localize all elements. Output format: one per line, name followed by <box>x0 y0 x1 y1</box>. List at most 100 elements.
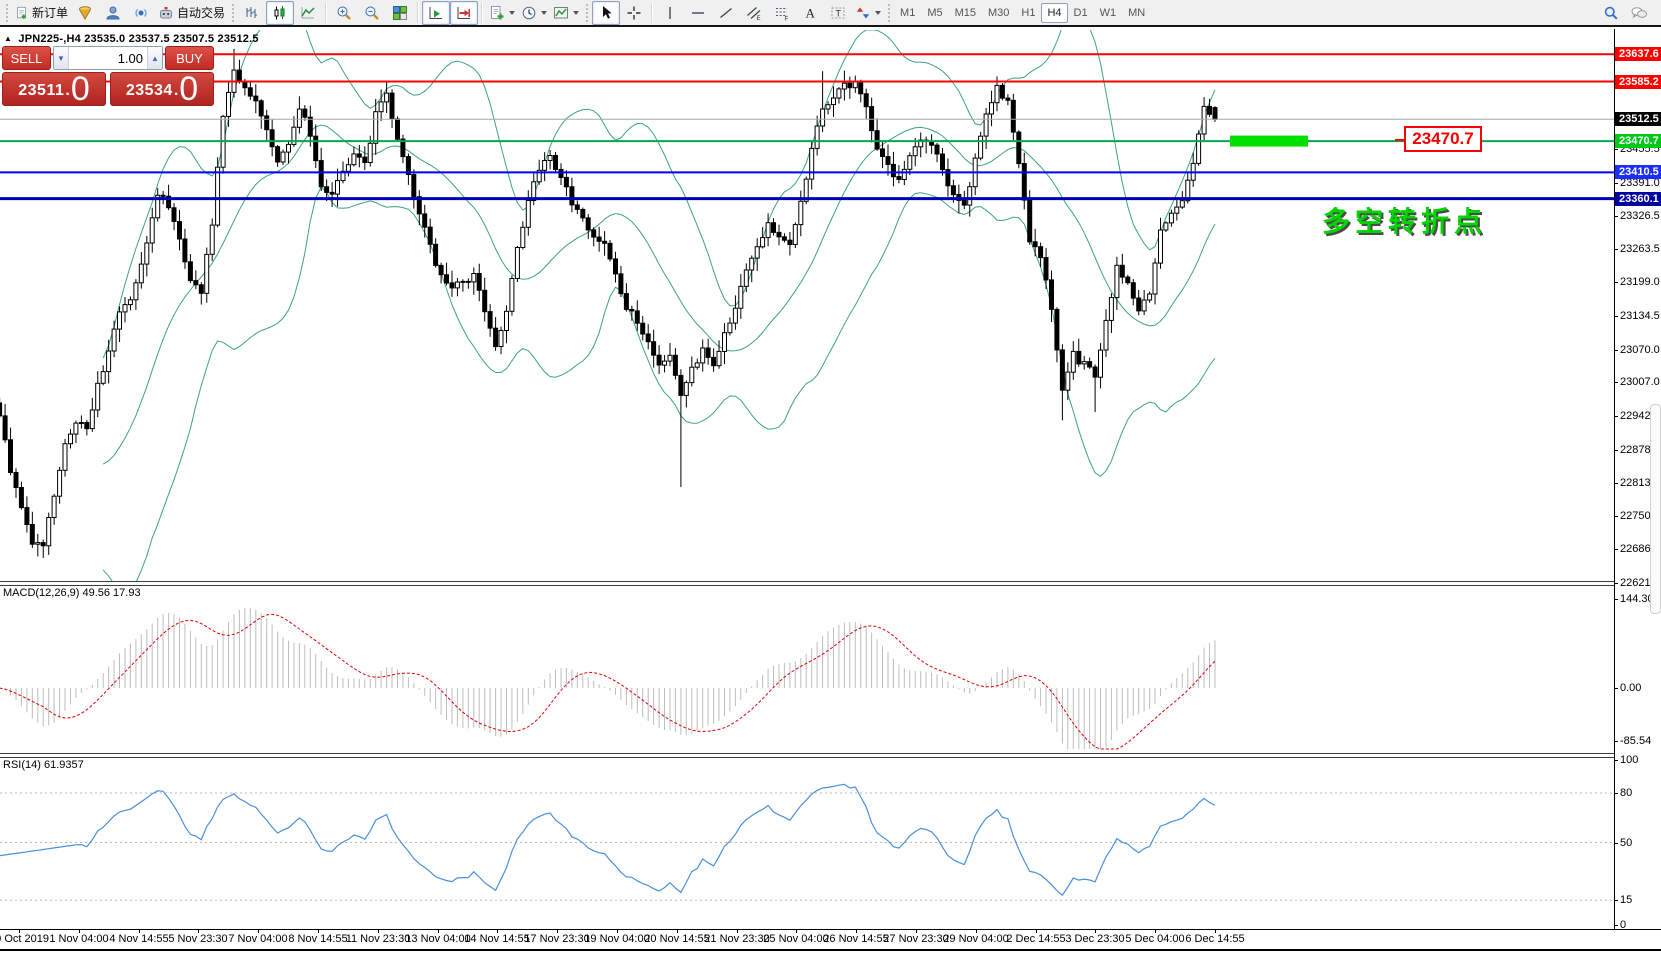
axis-tick-mark <box>1614 741 1618 742</box>
main-price-pane[interactable] <box>0 30 1614 581</box>
bar-chart-button[interactable] <box>238 1 266 25</box>
axis-tick-mark <box>1614 900 1618 901</box>
trendline-tool[interactable] <box>712 1 740 25</box>
time-axis-label: 5 Nov 23:30 <box>168 933 227 945</box>
time-axis-line <box>0 929 1661 930</box>
toolbar-separator <box>651 3 653 23</box>
market-watch-button[interactable] <box>71 1 99 25</box>
label-tool[interactable]: T <box>824 1 852 25</box>
fibonacci-tool[interactable]: F <box>768 1 796 25</box>
zoom-in-icon <box>336 5 352 21</box>
horizontal-line-tool[interactable] <box>684 1 712 25</box>
dropdown-caret <box>541 11 547 18</box>
channel-tool[interactable]: E <box>740 1 768 25</box>
tab-timeframe-m15[interactable]: M15 <box>949 3 982 23</box>
sell-price-big-digit: 0 <box>71 74 90 104</box>
gold-funnel-icon <box>77 5 93 21</box>
price-level-badge: 23585.2 <box>1615 75 1661 89</box>
clock-icon <box>521 5 537 21</box>
time-axis-label: 19 Nov 04:00 <box>584 933 649 945</box>
candlestick-chart-button[interactable] <box>266 1 294 25</box>
auto-trading-label: 自动交易 <box>177 4 225 21</box>
tab-timeframe-m5[interactable]: M5 <box>921 3 948 23</box>
chat-button[interactable] <box>1625 1 1653 25</box>
collapse-arrow-icon[interactable]: ▲ <box>4 34 12 43</box>
text-label-icon: T <box>830 5 846 21</box>
toolbar-grip <box>584 4 590 22</box>
text-a-icon: A <box>802 5 818 21</box>
search-button[interactable] <box>1597 1 1625 25</box>
auto-trading-button[interactable]: 自动交易 <box>155 1 228 25</box>
price-tag-label[interactable]: 23470.7 <box>1404 126 1482 152</box>
toolbar-separator <box>417 3 419 23</box>
close-value: 23512.5 <box>218 33 259 45</box>
macd-indicator-label: MACD(12,26,9) 49.56 17.93 <box>3 587 141 599</box>
indicators-add-icon <box>489 5 505 21</box>
periods-button[interactable] <box>518 1 550 25</box>
profile-button[interactable] <box>99 1 127 25</box>
tab-timeframe-d1[interactable]: D1 <box>1068 3 1094 23</box>
auto-scroll-button[interactable] <box>422 1 450 25</box>
tab-timeframe-w1[interactable]: W1 <box>1094 3 1123 23</box>
price-axis-label: 23007.0 <box>1620 376 1660 388</box>
templates-button[interactable] <box>550 1 582 25</box>
price-tag-connector <box>1395 139 1404 141</box>
crosshair-button[interactable] <box>620 1 648 25</box>
sell-button[interactable]: SELL <box>2 46 51 70</box>
vertical-line-tool[interactable] <box>656 1 684 25</box>
tab-timeframe-m30[interactable]: M30 <box>982 3 1015 23</box>
tile-windows-button[interactable] <box>386 1 414 25</box>
text-tool[interactable]: A <box>796 1 824 25</box>
sell-price-main: 23511 <box>18 81 64 101</box>
price-axis-label: -85.54 <box>1620 735 1651 747</box>
arrows-tool[interactable] <box>852 1 884 25</box>
chart-shift-button[interactable] <box>450 1 478 25</box>
line-chart-icon <box>300 5 316 21</box>
axis-tick-mark <box>1614 282 1618 283</box>
svg-text:A: A <box>806 5 816 20</box>
new-order-button[interactable]: 新订单 <box>12 1 71 25</box>
one-click-trading-panel: SELL ▼ ▲ BUY 23511.0 23534.0 <box>2 46 214 106</box>
svg-text:F: F <box>785 16 789 21</box>
volume-decrease-button[interactable]: ▼ <box>54 47 69 69</box>
volume-increase-button[interactable]: ▲ <box>147 47 162 69</box>
vertical-scrollbar-thumb[interactable] <box>1650 404 1661 614</box>
indicators-button[interactable] <box>486 1 518 25</box>
zoom-out-button[interactable] <box>358 1 386 25</box>
rsi-indicator-label: RSI(14) 61.9357 <box>3 759 84 771</box>
axis-tick-mark <box>1614 793 1618 794</box>
sell-price-display[interactable]: 23511.0 <box>2 72 106 106</box>
turning-point-annotation[interactable]: 多空转折点 <box>1322 200 1487 240</box>
time-axis-label: 1 Nov 04:00 <box>49 933 108 945</box>
trendline-icon <box>718 5 734 21</box>
tab-timeframe-h1[interactable]: H1 <box>1015 3 1041 23</box>
volume-input[interactable] <box>69 47 147 69</box>
tab-timeframe-h4[interactable]: H4 <box>1041 3 1067 23</box>
toolbar-separator <box>325 3 327 23</box>
rsi-pane[interactable] <box>0 757 1614 929</box>
tab-timeframe-m1[interactable]: M1 <box>894 3 921 23</box>
buy-button[interactable]: BUY <box>165 46 214 70</box>
axis-tick-mark <box>1614 416 1618 417</box>
candlestick-chart-icon <box>272 5 288 21</box>
time-axis-label: 11 Nov 23:30 <box>346 933 411 945</box>
time-axis-label: 27 Nov 23:30 <box>883 933 948 945</box>
price-axis-label: 0.00 <box>1620 682 1641 694</box>
price-axis-label: 23134.5 <box>1620 310 1660 322</box>
line-chart-button[interactable] <box>294 1 322 25</box>
price-axis-label: 15 <box>1620 894 1632 906</box>
signal-button[interactable] <box>127 1 155 25</box>
time-axis-label: 25 Nov 04:00 <box>763 933 828 945</box>
dropdown-caret <box>573 11 579 18</box>
macd-pane[interactable] <box>0 585 1614 753</box>
fibonacci-icon: F <box>774 5 790 21</box>
crosshair-icon <box>626 5 642 21</box>
cursor-button[interactable] <box>592 1 620 25</box>
new-order-label: 新订单 <box>32 4 68 21</box>
tab-timeframe-mn[interactable]: MN <box>1122 3 1151 23</box>
axis-tick-mark <box>1614 483 1618 484</box>
axis-tick-mark <box>1614 760 1618 761</box>
zoom-in-button[interactable] <box>330 1 358 25</box>
time-axis-label: 29 Nov 04:00 <box>943 933 1008 945</box>
buy-price-display[interactable]: 23534.0 <box>110 72 214 106</box>
